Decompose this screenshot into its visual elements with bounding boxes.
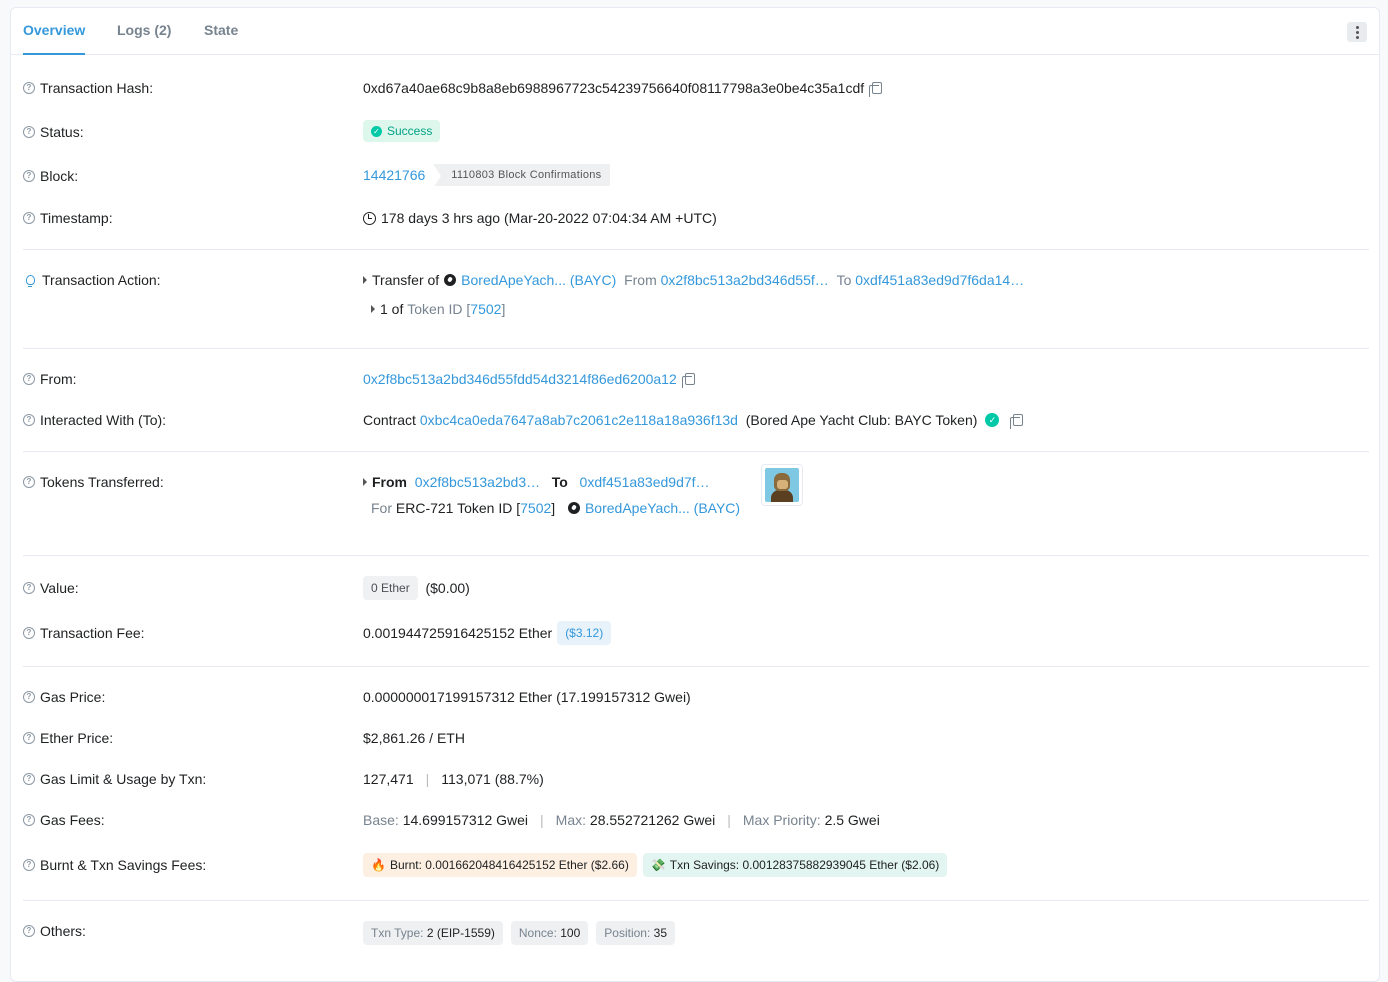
copy-icon[interactable]	[869, 82, 883, 97]
label-tokens: Tokens Transferred:	[40, 474, 164, 490]
question-circle-icon: ?	[23, 582, 35, 594]
caret-right-icon	[371, 305, 375, 313]
action-token-link[interactable]: BoredApeYach... (BAYC)	[461, 272, 616, 288]
question-circle-icon: ?	[23, 170, 35, 182]
more-options-icon[interactable]	[1347, 22, 1367, 42]
divider	[23, 451, 1369, 452]
copy-icon[interactable]	[681, 373, 695, 388]
token-name-link[interactable]: BoredApeYach... (BAYC)	[585, 500, 740, 516]
txn-type-badge: Txn Type: 2 (EIP-1559)	[363, 921, 503, 945]
savings-fee-badge: 💸 Txn Savings: 0.00128375882939045 Ether …	[642, 853, 948, 877]
label-gas-price: Gas Price:	[40, 689, 106, 705]
question-circle-icon: ?	[23, 814, 35, 826]
question-circle-icon: ?	[23, 732, 35, 744]
question-circle-icon: ?	[23, 414, 35, 426]
question-circle-icon: ?	[23, 773, 35, 785]
label-interacted: Interacted With (To):	[40, 412, 167, 428]
question-circle-icon: ?	[23, 126, 35, 138]
token-from-link[interactable]: 0x2f8bc513a2bd3…	[415, 474, 540, 490]
tab-logs[interactable]: Logs (2)	[117, 8, 171, 55]
status-badge: ✓ Success	[363, 120, 441, 142]
question-circle-icon: ?	[23, 82, 35, 94]
token-icon	[567, 502, 580, 514]
block-confirmations-badge: 1110803 Block Confirmations	[433, 164, 611, 188]
clock-icon	[363, 211, 376, 225]
check-circle-icon: ✓	[371, 125, 382, 137]
nonce-badge: Nonce: 100	[510, 921, 589, 945]
tx-hash-value: 0xd67a40ae68c9b8a8eb6988967723c542397566…	[363, 80, 865, 96]
burnt-fee-badge: 🔥 Burnt: 0.001662048416425152 Ether ($2.6…	[363, 853, 637, 877]
fire-icon: 🔥	[371, 858, 386, 872]
money-wings-icon: 💸	[650, 858, 666, 872]
label-status: Status:	[40, 124, 84, 140]
lightbulb-icon	[23, 273, 37, 287]
block-number-link[interactable]: 14421766	[363, 167, 425, 183]
question-circle-icon: ?	[23, 627, 35, 639]
tab-bar: Overview Logs (2) State	[11, 8, 1379, 55]
transaction-details-card: Overview Logs (2) State ? Transaction Has…	[10, 7, 1380, 982]
label-timestamp: Timestamp:	[40, 210, 113, 226]
question-circle-icon: ?	[23, 691, 35, 703]
label-others: Others:	[40, 923, 86, 939]
label-tx-hash: Transaction Hash:	[40, 80, 154, 96]
divider	[23, 348, 1369, 349]
fee-usd-badge: ($3.12)	[557, 621, 612, 645]
action-from-link[interactable]: 0x2f8bc513a2bd346d55f…	[661, 272, 829, 288]
label-tx-action: Transaction Action:	[42, 272, 161, 288]
divider	[23, 666, 1369, 667]
label-tx-fee: Transaction Fee:	[40, 625, 145, 641]
action-to-link[interactable]: 0xdf451a83ed9d7f6da14…	[855, 272, 1024, 288]
divider	[23, 249, 1369, 250]
question-circle-icon: ?	[23, 212, 35, 224]
question-circle-icon: ?	[23, 476, 35, 488]
tab-state[interactable]: State	[204, 8, 238, 55]
token-to-link[interactable]: 0xdf451a83ed9d7f…	[580, 474, 710, 490]
from-address-link[interactable]: 0x2f8bc513a2bd346d55fdd54d3214f86ed6200a…	[363, 371, 677, 387]
token-id-link[interactable]: 7502	[520, 500, 551, 516]
action-token-id-link[interactable]: 7502	[470, 301, 501, 317]
question-circle-icon: ?	[23, 925, 35, 937]
value-badge: 0 Ether	[363, 576, 418, 600]
tab-overview[interactable]: Overview	[23, 8, 86, 55]
label-gas-fees: Gas Fees:	[40, 812, 105, 828]
divider	[23, 900, 1369, 901]
caret-right-icon	[363, 276, 367, 284]
timestamp-value: 178 days 3 hrs ago (Mar-20-2022 07:04:34…	[381, 210, 717, 226]
label-from: From:	[40, 371, 77, 387]
question-circle-icon: ?	[23, 859, 35, 871]
label-gas-limit: Gas Limit & Usage by Txn:	[40, 771, 207, 787]
token-icon	[444, 274, 457, 286]
caret-right-icon	[363, 478, 367, 486]
position-badge: Position: 35	[596, 921, 676, 945]
ape-image	[765, 468, 799, 502]
contract-address-link[interactable]: 0xbc4ca0eda7647a8ab7c2061c2e118a18a936f1…	[420, 412, 738, 428]
question-circle-icon: ?	[23, 373, 35, 385]
label-block: Block:	[40, 168, 79, 184]
divider	[23, 555, 1369, 556]
verified-check-icon: ✓	[985, 413, 1000, 427]
label-burnt: Burnt & Txn Savings Fees:	[40, 857, 207, 873]
nft-thumbnail[interactable]	[761, 464, 803, 506]
copy-icon[interactable]	[1010, 414, 1024, 429]
label-ether-price: Ether Price:	[40, 730, 114, 746]
label-value: Value:	[40, 580, 79, 596]
